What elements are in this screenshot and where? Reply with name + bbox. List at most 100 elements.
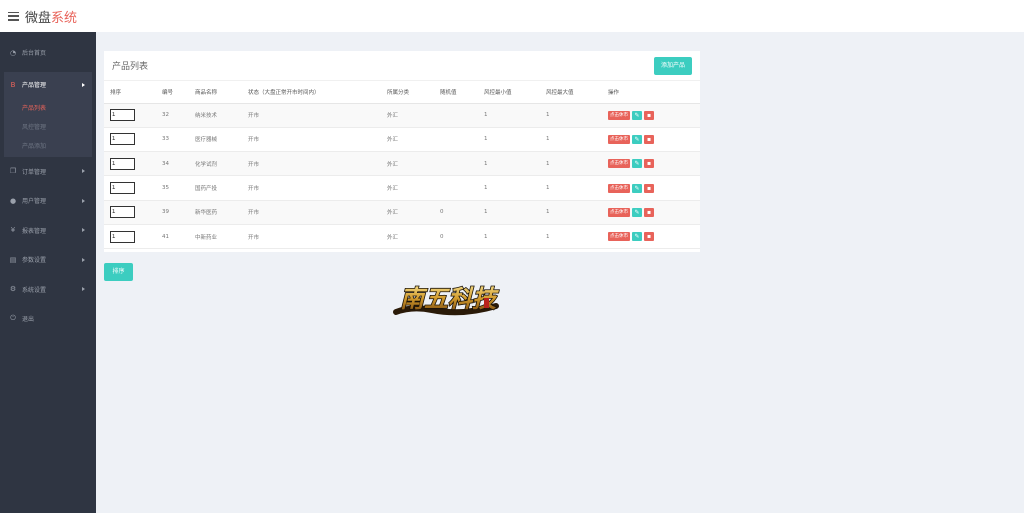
- close-market-button[interactable]: 点击休市: [608, 110, 630, 120]
- sidebar-item-users[interactable]: ● 用户管理: [0, 186, 96, 216]
- cell-max: 1: [546, 175, 608, 201]
- product-icon: B: [10, 80, 16, 89]
- gear-icon: ⚙: [9, 285, 17, 294]
- table-row: 39 新华医药 开市 外汇 0 1 1 点击休市 ✎ ▪: [104, 200, 700, 225]
- cell-name: 化学试剂: [195, 151, 248, 177]
- chevron-right-icon: [82, 257, 85, 262]
- row-actions: 点击休市 ✎ ▪: [608, 110, 700, 120]
- chevron-right-icon: [82, 228, 85, 233]
- cell-name: 医疗器械: [195, 127, 248, 153]
- table-row: 32 纳米技术 开市 外汇 1 1 点击休市 ✎ ▪: [104, 103, 700, 128]
- cell-random: [440, 103, 484, 128]
- sort-input[interactable]: [110, 182, 135, 195]
- sidebar-subitem-risk-control[interactable]: 风控管理: [4, 117, 92, 136]
- table-row: 34 化学试剂 开市 外汇 1 1 点击休市 ✎ ▪: [104, 151, 700, 177]
- cell-category: 外汇: [387, 127, 440, 153]
- cell-status: 开市: [248, 103, 387, 128]
- edit-icon[interactable]: ✎: [632, 232, 642, 242]
- user-icon: ●: [9, 196, 17, 205]
- sidebar-item-label: 退出: [22, 316, 35, 324]
- cell-id: 33: [162, 127, 195, 153]
- cell-max: 1: [546, 224, 608, 250]
- sort-input[interactable]: [110, 206, 135, 219]
- sidebar-item-label: 订单管理: [22, 168, 47, 176]
- cell-status: 开市: [248, 151, 387, 177]
- cell-status: 开市: [248, 175, 387, 201]
- trash-icon[interactable]: ▪: [644, 110, 654, 120]
- cell-random: [440, 127, 484, 153]
- cell-id: 32: [162, 103, 195, 128]
- sort-input[interactable]: [110, 109, 135, 122]
- edit-icon[interactable]: ✎: [632, 183, 642, 193]
- sidebar-item-label: 用户管理: [22, 198, 47, 206]
- sidebar-item-label: 后台首页: [22, 50, 47, 58]
- product-list-panel: 产品列表 添加产品 排序 编号 商品名称 状态（大盘正常开市时间内） 所属分类 …: [104, 51, 700, 252]
- sidebar-item-dashboard[interactable]: ◔ 后台首页: [0, 38, 96, 68]
- power-icon: ⏻: [10, 314, 16, 323]
- sidebar-item-label: 参数设置: [22, 257, 47, 265]
- close-market-button[interactable]: 点击休市: [608, 159, 630, 169]
- sidebar-item-params[interactable]: ▤ 参数设置: [0, 245, 96, 275]
- chevron-right-icon: [82, 169, 85, 174]
- sort-submit-button[interactable]: 排序: [104, 263, 133, 281]
- column-header: 风控最小值: [484, 81, 546, 104]
- cell-min: 1: [484, 224, 546, 250]
- cell-status: 开市: [248, 200, 387, 225]
- trash-icon[interactable]: ▪: [644, 232, 654, 242]
- sort-input[interactable]: [110, 133, 135, 146]
- panel-title: 产品列表: [112, 62, 149, 72]
- cell-min: 1: [484, 200, 546, 225]
- close-market-button[interactable]: 点击休市: [608, 183, 630, 193]
- brand-main: 微盘: [25, 10, 52, 26]
- trash-icon[interactable]: ▪: [644, 207, 654, 217]
- sidebar-item-logout[interactable]: ⏻ 退出: [0, 304, 96, 334]
- cell-category: 外汇: [387, 151, 440, 177]
- cell-min: 1: [484, 151, 546, 177]
- orders-icon: ❐: [9, 167, 17, 176]
- column-header: 所属分类: [387, 81, 440, 104]
- edit-icon[interactable]: ✎: [632, 134, 642, 144]
- cell-name: 国药产投: [195, 175, 248, 201]
- edit-icon[interactable]: ✎: [632, 110, 642, 120]
- dashboard-icon: ◔: [9, 48, 17, 57]
- sidebar-item-reports[interactable]: ¥ 报表管理: [0, 216, 96, 246]
- cell-min: 1: [484, 103, 546, 128]
- cell-name: 纳米技术: [195, 103, 248, 128]
- column-header: 操作: [608, 81, 700, 104]
- cell-id: 39: [162, 200, 195, 225]
- cell-max: 1: [546, 200, 608, 225]
- add-product-button[interactable]: 添加产品: [653, 56, 692, 75]
- edit-icon[interactable]: ✎: [632, 159, 642, 169]
- column-header: 商品名称: [195, 81, 248, 104]
- trash-icon[interactable]: ▪: [644, 159, 654, 169]
- sidebar-item-products[interactable]: B 产品管理: [4, 72, 92, 98]
- close-market-button[interactable]: 点击休市: [608, 134, 630, 144]
- table-header-row: 排序 编号 商品名称 状态（大盘正常开市时间内） 所属分类 随机值 风控最小值 …: [104, 81, 700, 104]
- column-header: 风控最大值: [546, 81, 608, 104]
- close-market-button[interactable]: 点击休市: [608, 207, 630, 217]
- sort-input[interactable]: [110, 157, 135, 170]
- sidebar-group-products: B 产品管理 产品列表 风控管理 产品添加: [4, 71, 92, 157]
- cell-id: 41: [162, 224, 195, 250]
- close-market-button[interactable]: 点击休市: [608, 232, 630, 242]
- cell-id: 35: [162, 175, 195, 201]
- sidebar-subitem-product-list[interactable]: 产品列表: [4, 98, 92, 117]
- column-header: 状态（大盘正常开市时间内）: [248, 81, 387, 104]
- cell-max: 1: [546, 127, 608, 153]
- trash-icon[interactable]: ▪: [644, 134, 654, 144]
- cell-category: 外汇: [387, 224, 440, 250]
- edit-icon[interactable]: ✎: [632, 207, 642, 217]
- row-actions: 点击休市 ✎ ▪: [608, 134, 700, 144]
- row-actions: 点击休市 ✎ ▪: [608, 207, 700, 217]
- cell-category: 外汇: [387, 103, 440, 128]
- hamburger-menu-icon[interactable]: [8, 11, 19, 21]
- trash-icon[interactable]: ▪: [644, 183, 654, 193]
- row-actions: 点击休市 ✎ ▪: [608, 232, 700, 242]
- sidebar-subitem-product-add[interactable]: 产品添加: [4, 136, 92, 155]
- sidebar-item-system[interactable]: ⚙ 系统设置: [0, 275, 96, 305]
- sort-input[interactable]: [110, 230, 135, 243]
- sidebar-item-label: 报表管理: [22, 227, 47, 235]
- sidebar-item-orders[interactable]: ❐ 订单管理: [0, 157, 96, 187]
- watermark-logo: 南五科技: [393, 283, 500, 316]
- cell-category: 外汇: [387, 200, 440, 225]
